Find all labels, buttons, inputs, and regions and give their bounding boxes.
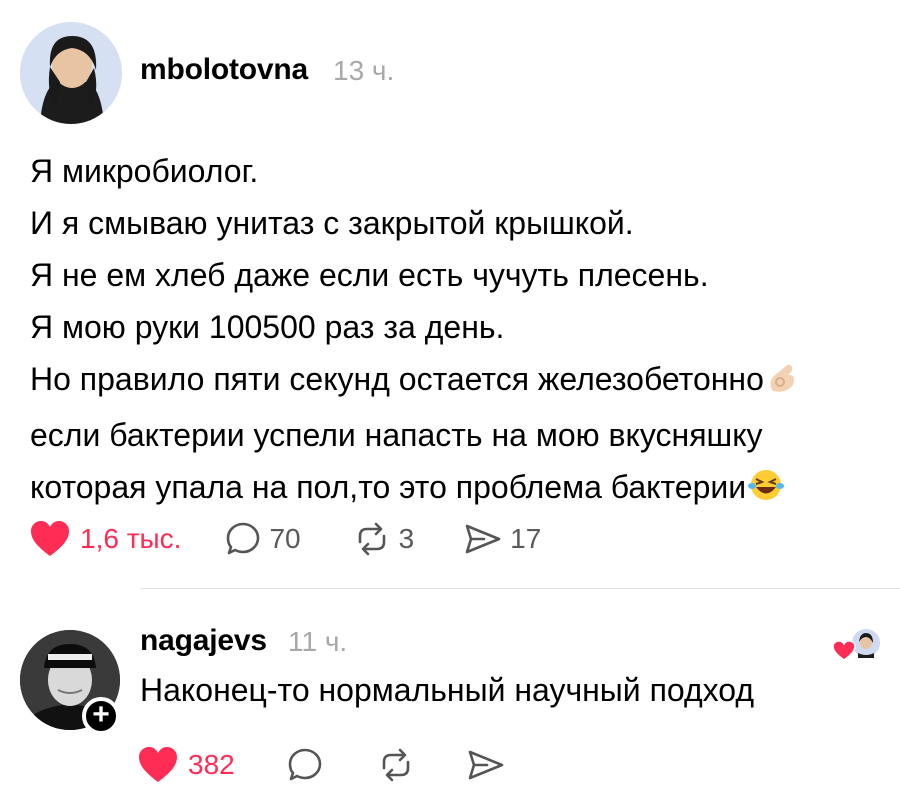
post-username[interactable]: mbolotovna — [140, 53, 308, 87]
repost-icon — [358, 522, 385, 556]
avatar[interactable] — [20, 22, 122, 124]
comment-count: 70 — [269, 523, 301, 554]
post-timestamp: 13 ч. — [333, 55, 395, 86]
like-count: 1,6 тыс. — [80, 523, 182, 554]
avatar-image — [20, 22, 122, 124]
post-body: Я микробиолог. И я смываю унитаз с закры… — [30, 145, 890, 517]
post-line: Я мою руки 100500 раз за день. — [30, 309, 505, 345]
heart-icon — [139, 747, 177, 782]
divider — [140, 588, 900, 589]
plus-icon: + — [92, 698, 110, 731]
reply-repost-button[interactable] — [377, 748, 415, 782]
share-button[interactable]: 17 — [464, 522, 541, 556]
like-button[interactable]: 1,6 тыс. — [30, 520, 181, 558]
heart-icon — [31, 521, 69, 556]
post-line: Я не ем хлеб даже если есть чучуть плесе… — [30, 257, 709, 293]
repost-icon — [382, 748, 410, 782]
author-liked-icon — [832, 627, 882, 661]
reply-username[interactable]: nagajevs — [140, 624, 267, 658]
reply-like-button[interactable]: 382 — [138, 746, 235, 784]
post-line-with-emoji: Но правило пяти секунд остается железобе… — [30, 353, 890, 409]
post-line: Но правило пяти секунд остается железобе… — [30, 361, 764, 397]
share-icon — [465, 524, 501, 554]
reply-actions: 382 — [138, 746, 505, 784]
author-liked-badge — [832, 627, 882, 668]
post-actions: 1,6 тыс. 70 3 17 — [30, 520, 541, 558]
repost-count: 3 — [398, 523, 415, 554]
reply-share-button[interactable] — [467, 748, 505, 782]
reply-body: Наконец-то нормальный научный подход — [140, 672, 755, 708]
post-line: которая упала на пол,то это проблема бак… — [30, 469, 747, 505]
share-icon — [468, 750, 504, 780]
comment-button[interactable]: 70 — [225, 521, 301, 557]
comment-icon — [227, 522, 260, 555]
post-line-with-emoji: которая упала на пол,то это проблема бак… — [30, 461, 890, 517]
repost-button[interactable]: 3 — [353, 522, 415, 556]
post-line: Я микробиолог. — [30, 153, 259, 189]
reply-like-count: 382 — [188, 749, 235, 780]
post-line: И я смываю унитаз с закрытой крышкой. — [30, 205, 634, 241]
laughing-emoji — [748, 465, 785, 517]
reply-timestamp: 11 ч. — [288, 626, 348, 657]
follow-plus-button[interactable]: + — [82, 697, 120, 735]
comment-icon — [288, 748, 322, 781]
reply-comment-button[interactable] — [287, 747, 323, 783]
ok-hand-emoji — [766, 357, 798, 409]
share-count: 17 — [510, 523, 542, 554]
post-line: если бактерии успели напасть на мою вкус… — [30, 417, 763, 453]
